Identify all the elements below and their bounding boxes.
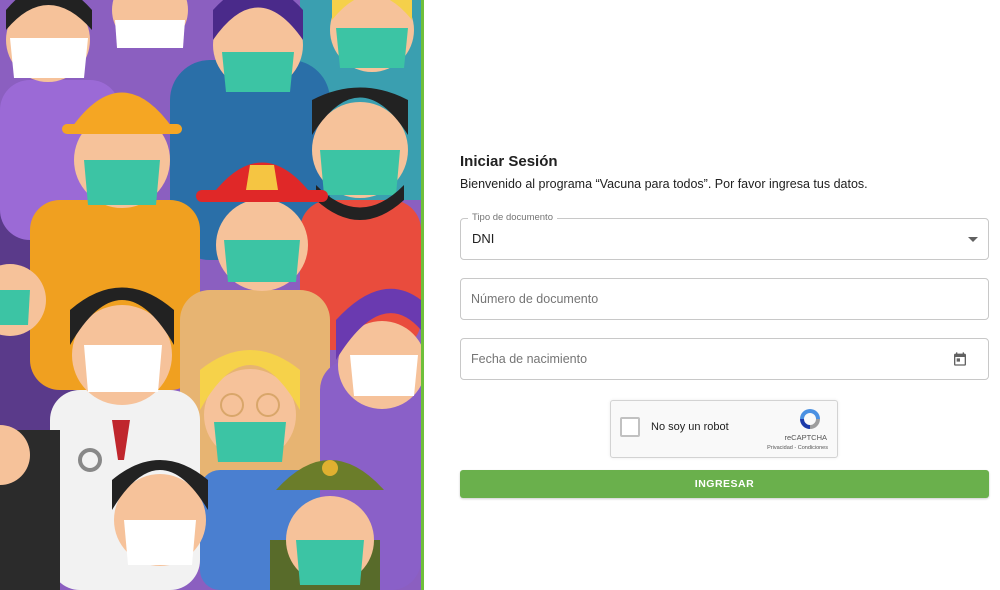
masked-people-illustration [0, 0, 421, 590]
illustration-border [421, 0, 424, 590]
dropdown-arrow-icon [968, 237, 978, 242]
recaptcha-checkbox[interactable] [620, 417, 640, 437]
document-type-legend: Tipo de documento [468, 212, 557, 224]
recaptcha-brand: reCAPTCHA [784, 433, 827, 442]
document-type-select[interactable]: Tipo de documento DNI [460, 212, 989, 260]
calendar-icon[interactable] [952, 351, 968, 372]
recaptcha-label: No soy un robot [651, 421, 729, 433]
recaptcha-logo-icon [797, 407, 823, 436]
document-number-field[interactable]: Número de documento [460, 278, 989, 320]
recaptcha-links[interactable]: Privacidad - Condiciones [767, 445, 828, 451]
document-number-placeholder: Número de documento [471, 292, 599, 306]
birth-date-field[interactable]: Fecha de nacimiento [460, 338, 989, 380]
document-type-value: DNI [472, 231, 495, 246]
submit-button[interactable]: INGRESAR [460, 470, 989, 498]
login-form: Iniciar Sesión Bienvenido al programa “V… [460, 150, 989, 498]
birth-date-placeholder: Fecha de nacimiento [471, 352, 588, 366]
hero-illustration [0, 0, 421, 590]
page-title: Iniciar Sesión [460, 153, 558, 170]
recaptcha-widget: No soy un robot reCAPTCHA Privacidad - C… [610, 400, 838, 458]
page-subtitle: Bienvenido al programa “Vacuna para todo… [460, 177, 868, 191]
